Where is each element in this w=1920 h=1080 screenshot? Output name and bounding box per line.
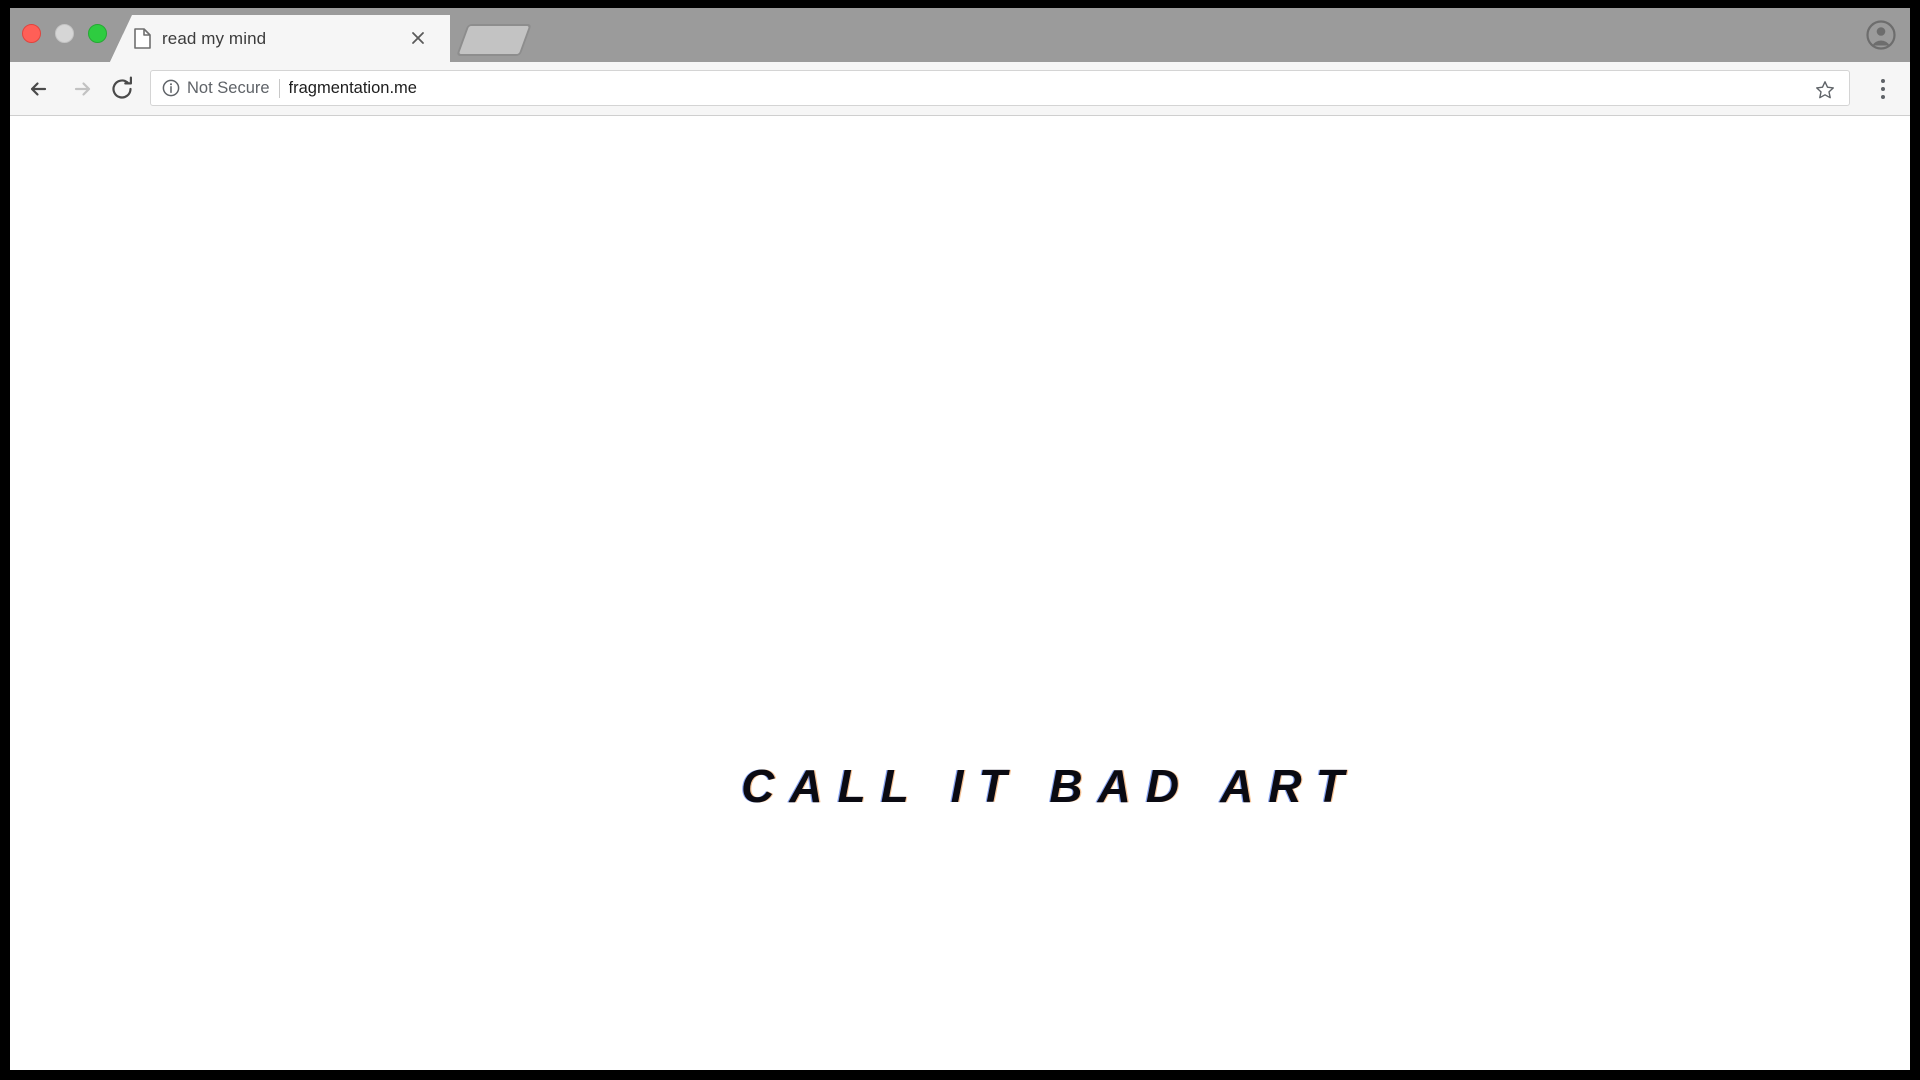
info-circle-icon[interactable] bbox=[162, 79, 180, 97]
forward-button[interactable] bbox=[65, 73, 97, 105]
new-tab-button[interactable] bbox=[456, 24, 532, 56]
close-window-button[interactable] bbox=[22, 24, 41, 43]
profile-avatar-icon[interactable] bbox=[1866, 20, 1896, 50]
screenshot-frame: read my mind Not Secure fragmentation.me… bbox=[0, 0, 1920, 1080]
menu-dot-icon bbox=[1881, 79, 1885, 83]
close-tab-icon[interactable] bbox=[408, 28, 428, 48]
back-button[interactable] bbox=[24, 73, 56, 105]
menu-dot-icon bbox=[1881, 87, 1885, 91]
tab-strip: read my mind bbox=[10, 8, 1910, 62]
browser-toolbar: Not Secure fragmentation.me bbox=[10, 62, 1910, 116]
bookmark-star-icon[interactable] bbox=[1815, 80, 1835, 100]
page-document-icon bbox=[134, 28, 151, 49]
page-viewport: CALL IT BAD ART bbox=[10, 117, 1910, 1070]
window-traffic-lights bbox=[22, 24, 107, 43]
address-bar[interactable]: Not Secure fragmentation.me bbox=[150, 70, 1850, 106]
hero-headline: CALL IT BAD ART bbox=[741, 760, 1359, 812]
omnibox-divider bbox=[278, 78, 280, 98]
security-status-label: Not Secure bbox=[187, 78, 270, 97]
browser-tab-active[interactable]: read my mind bbox=[110, 15, 450, 62]
minimize-window-button[interactable] bbox=[55, 24, 74, 43]
chrome-menu-button[interactable] bbox=[1870, 75, 1896, 103]
reload-button[interactable] bbox=[106, 73, 138, 105]
menu-dot-icon bbox=[1881, 95, 1885, 99]
tab-title: read my mind bbox=[162, 29, 267, 48]
zoom-window-button[interactable] bbox=[88, 24, 107, 43]
browser-window: read my mind Not Secure fragmentation.me… bbox=[10, 8, 1910, 1070]
omnibox-url-text: fragmentation.me bbox=[288, 78, 417, 97]
